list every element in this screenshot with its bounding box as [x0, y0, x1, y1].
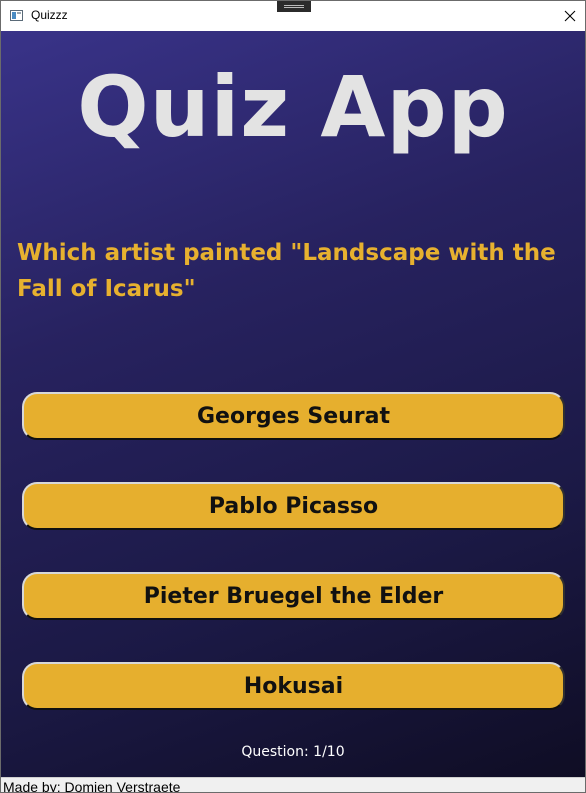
app-window: Quizzz Quiz App Which artist painted "La… — [0, 0, 586, 793]
answer-button-2[interactable]: Pablo Picasso — [22, 482, 565, 530]
drag-handle[interactable] — [277, 1, 311, 12]
answer-button-3[interactable]: Pieter Bruegel the Elder — [22, 572, 565, 620]
title-bar[interactable]: Quizzz — [1, 1, 585, 31]
question-counter: Question: 1/10 — [241, 744, 345, 760]
quiz-panel: Quiz App Which artist painted "Landscape… — [1, 31, 585, 777]
status-bar: Made by: Domien Verstraete — [1, 777, 585, 793]
close-button[interactable] — [555, 1, 585, 31]
credit-text: Made by: Domien Verstraete — [3, 779, 181, 793]
question-text: Which artist painted "Landscape with the… — [17, 240, 556, 302]
app-window-icon — [10, 10, 23, 21]
answer-button-1[interactable]: Georges Seurat — [22, 392, 565, 440]
window-title: Quizzz — [31, 8, 68, 22]
close-icon — [564, 10, 576, 22]
app-title: Quiz App — [77, 58, 509, 156]
answer-button-4[interactable]: Hokusai — [22, 662, 565, 710]
